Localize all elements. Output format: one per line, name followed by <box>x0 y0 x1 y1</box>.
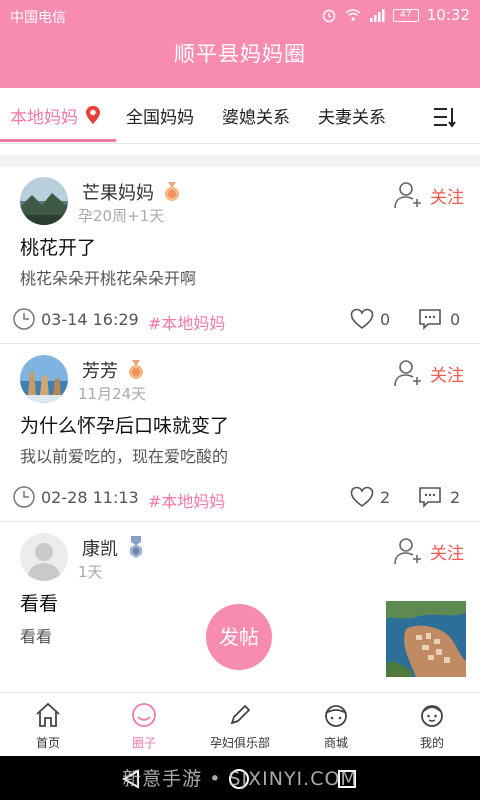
silver-medal-badge-icon <box>129 536 142 558</box>
follow-button[interactable]: 关注 <box>394 359 464 387</box>
heart-icon[interactable] <box>350 308 374 330</box>
follow-button[interactable]: 关注 <box>394 537 464 565</box>
username[interactable]: 芳芳 <box>82 357 144 383</box>
post-title[interactable]: 桃花开了 <box>20 233 96 260</box>
nav-circle[interactable]: 圈子 <box>96 693 192 757</box>
default-avatar-icon <box>20 533 68 581</box>
shop-icon <box>325 705 347 727</box>
nav-shop[interactable]: 商城 <box>288 693 384 757</box>
add-user-icon <box>394 538 421 565</box>
pencil-icon <box>230 704 251 725</box>
username-text: 芳芳 <box>82 361 118 382</box>
tab-couple-relations[interactable]: 夫妻关系 <box>318 103 386 128</box>
carrier-label: 中国电信 <box>10 10 66 26</box>
section-divider <box>0 155 480 167</box>
tab-label: 本地妈妈 <box>10 108 78 128</box>
pregnancy-status: 11月24天 <box>78 385 147 403</box>
comment-icon[interactable] <box>418 308 442 330</box>
post-time: 03-14 16:29 <box>41 310 139 329</box>
username[interactable]: 芒果妈妈 <box>82 179 180 205</box>
tab-national-moms[interactable]: 全国妈妈 <box>126 103 194 128</box>
pregnancy-status: 孕20周+1天 <box>78 207 165 225</box>
avatar-landscape-image <box>20 177 68 225</box>
post-title[interactable]: 为什么怀孕后口味就变了 <box>20 411 229 438</box>
watermark: 新意手游 • SJXINYI.COM <box>122 768 358 790</box>
nav-label: 商城 <box>323 736 348 750</box>
username[interactable]: 康凯 <box>82 535 144 561</box>
add-user-icon <box>394 360 421 387</box>
follow-label: 关注 <box>430 543 464 564</box>
page-title: 顺平县妈妈圈 <box>174 42 306 66</box>
post-title[interactable]: 看看 <box>20 589 58 616</box>
post-meta: 03-14 16:29 #本地妈妈 0 0 <box>0 307 480 333</box>
clock-icon <box>13 308 35 330</box>
avatar[interactable] <box>20 533 68 581</box>
comment-count: 0 <box>450 310 461 329</box>
follow-label: 关注 <box>430 365 464 386</box>
avatar[interactable] <box>20 177 68 225</box>
username-text: 康凯 <box>82 539 118 560</box>
medal-badge-icon <box>128 360 143 379</box>
like-count: 2 <box>380 488 391 507</box>
pregnancy-status: 1天 <box>78 563 103 581</box>
post-thumbnail[interactable] <box>386 601 466 677</box>
tab-local-moms[interactable]: 本地妈妈 <box>10 103 101 128</box>
post-body[interactable]: 桃花朵朵开桃花朵朵开啊 <box>20 265 196 289</box>
alarm-icon <box>322 9 336 23</box>
circle-icon <box>132 703 156 727</box>
home-icon <box>36 702 60 727</box>
nav-pregnancy-club[interactable]: 孕妇俱乐部 <box>192 693 288 757</box>
bottom-navigation: 首页 圈子 孕妇俱乐部 商城 我的 <box>0 692 480 756</box>
signal-icon <box>369 9 385 22</box>
add-user-icon <box>394 182 421 209</box>
post-body[interactable]: 看看 <box>20 623 52 647</box>
avatar[interactable] <box>20 355 68 403</box>
nav-label: 圈子 <box>131 736 156 750</box>
clock-icon <box>13 486 35 508</box>
coastal-town-image <box>386 601 466 677</box>
post-tag[interactable]: #本地妈妈 <box>148 310 225 334</box>
app-header: 中国电信 47 10:32 顺平县妈妈圈 <box>0 0 480 88</box>
post-card[interactable]: 芳芳 11月24天 关注 为什么怀孕后口味就变了 我以前爱吃的，现在爱吃酸的 0… <box>0 345 480 522</box>
heart-icon[interactable] <box>350 486 374 508</box>
follow-button[interactable]: 关注 <box>394 181 464 209</box>
active-tab-indicator <box>0 139 116 142</box>
nav-home[interactable]: 首页 <box>0 693 96 757</box>
nav-label: 孕妇俱乐部 <box>209 736 270 750</box>
post-card[interactable]: 芒果妈妈 孕20周+1天 关注 桃花开了 桃花朵朵开桃花朵朵开啊 03-14 1… <box>0 167 480 344</box>
nav-label: 首页 <box>35 736 60 750</box>
comment-count: 2 <box>450 488 461 507</box>
follow-label: 关注 <box>430 187 464 208</box>
post-body[interactable]: 我以前爱吃的，现在爱吃酸的 <box>20 443 228 467</box>
like-count: 0 <box>380 310 391 329</box>
menu-expand-icon[interactable] <box>432 106 458 128</box>
username-text: 芒果妈妈 <box>82 183 154 204</box>
profile-icon <box>421 705 443 727</box>
nav-label: 我的 <box>419 736 444 750</box>
medal-badge-icon <box>164 182 179 201</box>
post-meta: 02-28 11:13 #本地妈妈 2 2 <box>0 485 480 511</box>
status-icons: 47 10:32 <box>321 6 470 24</box>
nav-profile[interactable]: 我的 <box>384 693 480 757</box>
new-post-button[interactable]: 发帖 <box>206 604 272 670</box>
avatar-coast-image <box>20 355 68 403</box>
category-tabs: 本地妈妈 全国妈妈 婆媳关系 夫妻关系 <box>0 88 480 144</box>
wifi-icon <box>345 9 361 21</box>
location-pin-icon <box>86 106 101 124</box>
battery-icon: 47 <box>392 8 419 22</box>
tab-in-law-relations[interactable]: 婆媳关系 <box>222 103 290 128</box>
post-tag[interactable]: #本地妈妈 <box>148 488 225 512</box>
post-time: 02-28 11:13 <box>41 488 139 507</box>
status-time: 10:32 <box>426 6 470 24</box>
comment-icon[interactable] <box>418 486 442 508</box>
status-bar: 中国电信 47 10:32 <box>0 0 480 32</box>
